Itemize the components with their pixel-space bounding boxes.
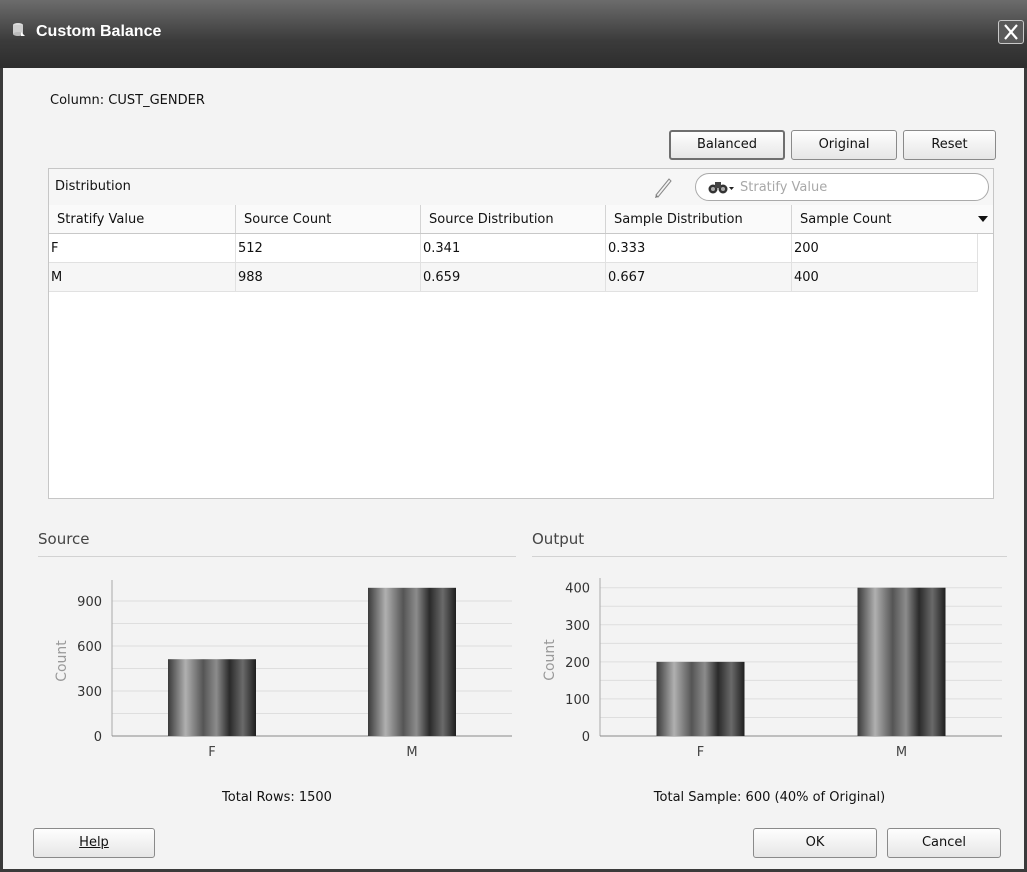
source-total-rows: Total Rows: 1500 [222,790,332,805]
column-label: Column: CUST_GENDER [50,93,205,108]
y-tick-label: 0 [94,730,102,745]
cell-source-distribution: 0.659 [420,262,606,292]
output-total-sample: Total Sample: 600 (40% of Original) [653,790,886,805]
source-chart-heading: Source [38,530,90,548]
y-tick-label: 300 [77,685,102,700]
table-header-row: Stratify Value Source Count Source Distr… [49,205,978,234]
balanced-button[interactable]: Balanced [669,130,785,160]
column-header-source-count[interactable]: Source Count [235,205,421,234]
cell-sample-distribution: 0.667 [605,262,792,292]
help-button-label: Help [79,835,109,850]
table-row[interactable]: F 512 0.341 0.333 200 [49,233,978,263]
source-chart: 0 300 600 900 Count F M [54,580,512,760]
pencil-icon[interactable] [651,175,675,199]
x-tick-label: F [697,745,704,760]
output-separator [532,556,1007,557]
cell-source-count: 512 [235,233,421,263]
cell-source-count: 988 [235,262,421,292]
bar-M[interactable] [368,587,456,736]
column-menu-button[interactable] [973,205,993,234]
distribution-title: Distribution [55,179,131,194]
cell-sample-distribution: 0.333 [605,233,792,263]
y-tick-label: 200 [565,656,590,671]
x-tick-label: F [208,745,215,760]
output-chart: 0 100 200 300 400 Count F M [542,578,1002,760]
y-tick-label: 400 [565,582,590,597]
dropdown-arrow-icon [978,216,988,222]
database-icon [13,23,25,36]
stratify-search[interactable] [695,173,989,201]
reset-button[interactable]: Reset [903,130,996,160]
column-header-sample-distribution[interactable]: Sample Distribution [605,205,792,234]
original-button[interactable]: Original [791,130,897,160]
distribution-header: Distribution [49,169,993,206]
y-tick-label: 300 [565,619,590,634]
column-header-source-distribution[interactable]: Source Distribution [420,205,606,234]
x-tick-label: M [406,745,417,760]
window-title: Custom Balance [36,23,162,40]
distribution-panel: Distribution Stratify Value Source Count… [48,168,994,499]
bar-M[interactable] [857,587,946,736]
window-frame-left [0,68,3,872]
cell-sample-count[interactable]: 400 [791,262,978,292]
y-tick-label: 900 [77,595,102,610]
bar-F[interactable] [168,659,256,736]
cell-source-distribution: 0.341 [420,233,606,263]
source-separator [38,556,516,557]
close-button[interactable] [998,20,1024,44]
y-tick-label: 0 [582,730,590,745]
cell-stratify-value: M [49,262,236,292]
title-bar: Custom Balance [0,0,1027,68]
distribution-table: Stratify Value Source Count Source Distr… [49,205,978,292]
ok-button[interactable]: OK [753,828,877,858]
cell-sample-count[interactable]: 200 [791,233,978,263]
cell-stratify-value: F [49,233,236,263]
cancel-button[interactable]: Cancel [887,828,1001,858]
column-header-sample-count[interactable]: Sample Count [791,205,978,234]
y-tick-label: 600 [77,640,102,655]
close-icon [1004,24,1018,40]
x-tick-label: M [896,745,907,760]
y-tick-label: 100 [565,693,590,708]
binoculars-icon[interactable] [708,179,734,195]
output-chart-heading: Output [532,530,585,548]
y-axis-label: Count [542,639,558,681]
y-axis-label: Count [54,640,70,682]
help-button[interactable]: Help [33,828,155,858]
bar-F[interactable] [656,661,745,736]
column-header-stratify-value[interactable]: Stratify Value [49,205,236,234]
search-input[interactable] [740,177,970,197]
table-row[interactable]: M 988 0.659 0.667 400 [49,262,978,292]
